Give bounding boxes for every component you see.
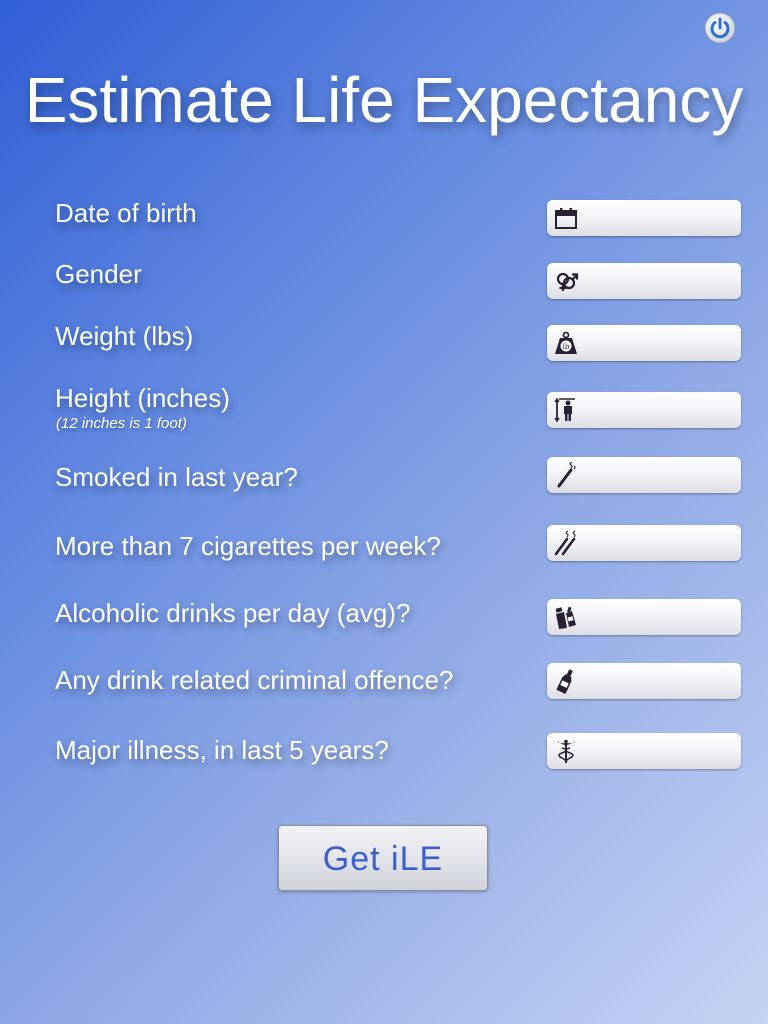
weight-icon: lb [555,331,577,354]
alcohol-label: Alcoholic drinks per day (avg)? [55,598,411,628]
height-field[interactable] [547,392,741,428]
weight-field[interactable]: lb [547,325,741,361]
height-label: Height (inches) [55,383,230,413]
page-title: Estimate Life Expectancy [24,64,744,136]
cigarettes-icon [554,530,576,556]
power-button[interactable] [704,12,736,44]
cigarettes-field[interactable] [547,525,741,561]
dob-field[interactable] [547,200,741,236]
caduceus-icon [557,739,575,763]
svg-text:lb: lb [563,343,570,351]
cigarettes-label: More than 7 cigarettes per week? [55,531,441,561]
gender-label: Gender [55,259,142,289]
gender-field[interactable] [547,263,741,299]
height-sublabel: (12 inches is 1 foot) [56,415,187,432]
alcohol-field[interactable] [547,599,741,635]
offence-field[interactable] [547,663,741,699]
weight-label: Weight (lbs) [55,321,194,351]
smoked-label: Smoked in last year? [55,462,298,492]
dob-label: Date of birth [55,198,197,228]
gender-icon [556,272,579,291]
height-icon [554,397,575,423]
power-icon [704,12,736,44]
offence-label: Any drink related criminal offence? [55,665,454,695]
bottle-icon [556,669,573,694]
calendar-icon [555,208,577,229]
illness-field[interactable] [547,733,741,769]
cigarette-icon [557,462,576,488]
smoked-field[interactable] [547,457,741,493]
get-ile-button[interactable]: Get iLE [278,825,488,891]
drinks-icon [555,606,576,629]
illness-label: Major illness, in last 5 years? [55,735,389,765]
